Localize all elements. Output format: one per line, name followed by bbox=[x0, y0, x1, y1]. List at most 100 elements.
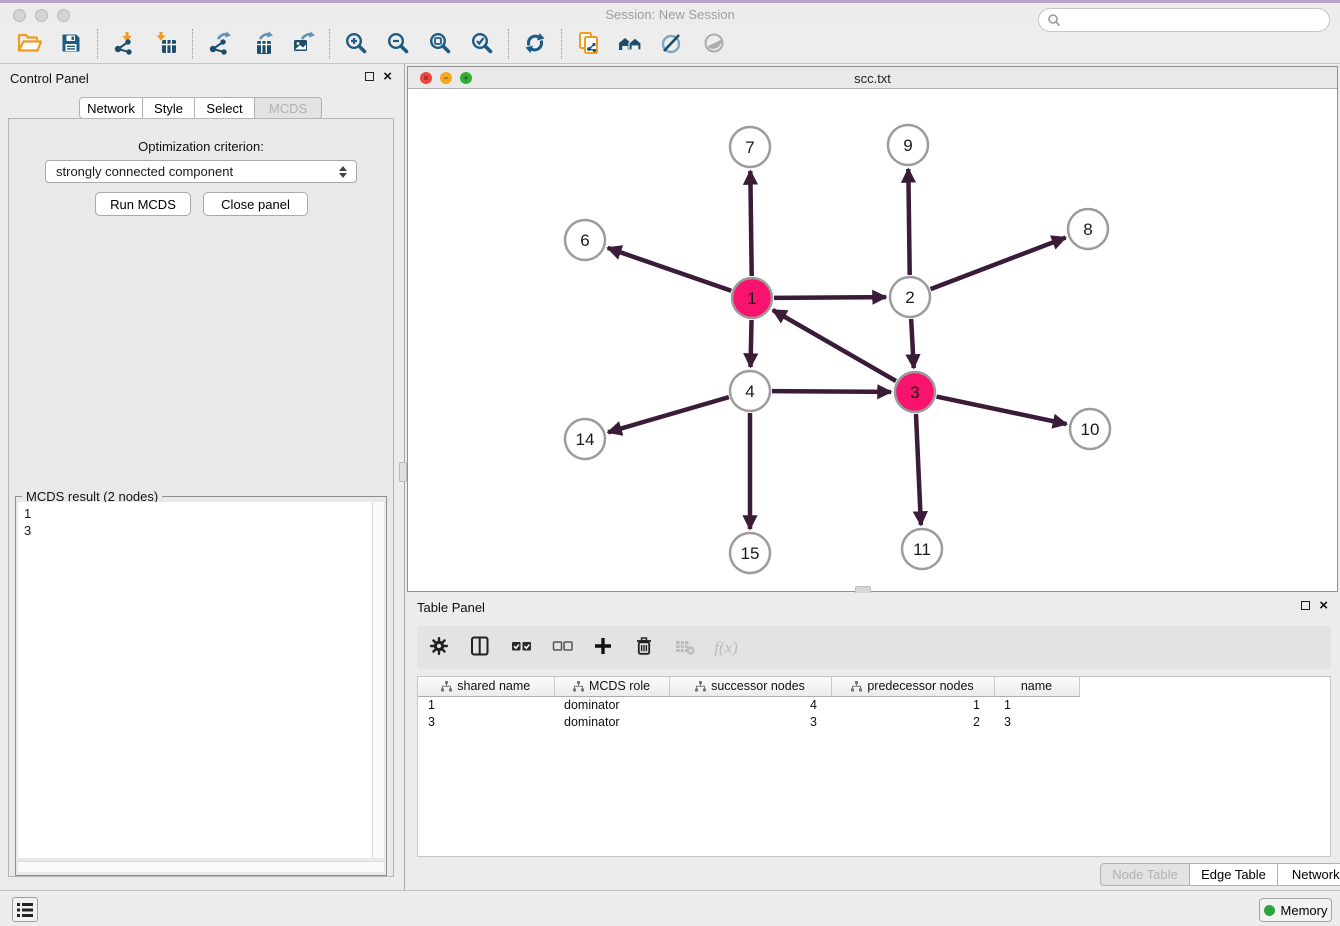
table-row[interactable]: 3dominator323 bbox=[418, 713, 1330, 730]
apply-style-icon bbox=[660, 31, 685, 58]
close-table-panel-icon[interactable]: × bbox=[1319, 600, 1328, 611]
memory-button[interactable]: Memory bbox=[1259, 898, 1332, 922]
graph-edge-4-14[interactable] bbox=[608, 397, 729, 432]
graph-edge-1-6[interactable] bbox=[608, 248, 732, 291]
function-builder-button: f(x) bbox=[714, 636, 738, 660]
column-header-predecessor-nodes[interactable]: predecessor nodes bbox=[831, 677, 994, 696]
delete-column-button[interactable] bbox=[632, 636, 656, 660]
graph-edge-3-10[interactable] bbox=[937, 397, 1067, 424]
toolbar-separator bbox=[97, 29, 98, 59]
column-header-MCDS-role[interactable]: MCDS role bbox=[554, 677, 669, 696]
table-cell[interactable]: 4 bbox=[669, 696, 831, 713]
function-builder-icon: f(x) bbox=[714, 638, 738, 658]
export-network-icon bbox=[207, 31, 232, 58]
mcds-result-text[interactable]: 1 3 bbox=[18, 502, 384, 858]
graph-edge-4-3[interactable] bbox=[772, 391, 891, 392]
deselect-all-columns-button[interactable] bbox=[550, 636, 574, 660]
table-cell[interactable]: 2 bbox=[831, 713, 994, 730]
table-cell[interactable]: 3 bbox=[994, 713, 1079, 730]
network-window-title: scc.txt bbox=[408, 71, 1337, 86]
table-cell[interactable]: dominator bbox=[554, 713, 669, 730]
table-cell[interactable]: 1 bbox=[994, 696, 1079, 713]
graph-edge-1-4[interactable] bbox=[751, 320, 752, 367]
tab-network[interactable]: Network bbox=[79, 97, 143, 119]
graph-edge-3-1[interactable] bbox=[773, 310, 896, 381]
tab-network-table[interactable]: Network Table bbox=[1278, 863, 1340, 886]
select-all-columns-button[interactable] bbox=[509, 636, 533, 660]
zoom-fit-button[interactable] bbox=[419, 27, 461, 61]
vertical-splitter-handle[interactable] bbox=[399, 462, 407, 482]
table-panel: Table Panel × f(x) shared nameMCDS roles… bbox=[407, 593, 1340, 890]
close-panel-button[interactable]: Close panel bbox=[203, 192, 308, 216]
memory-status-icon bbox=[1264, 905, 1275, 916]
dropdown-stepper-icon bbox=[337, 164, 349, 180]
zoom-in-button[interactable] bbox=[335, 27, 377, 61]
graph-edge-2-8[interactable] bbox=[931, 238, 1066, 290]
memory-label: Memory bbox=[1281, 903, 1328, 918]
table-panel-title: Table Panel bbox=[417, 600, 485, 615]
tab-select[interactable]: Select bbox=[195, 97, 255, 119]
import-table-button[interactable] bbox=[145, 27, 187, 61]
table-cell[interactable]: dominator bbox=[554, 696, 669, 713]
export-network-button[interactable] bbox=[198, 27, 240, 61]
float-panel-icon[interactable] bbox=[365, 72, 374, 81]
show-hide-eye-button[interactable] bbox=[693, 27, 735, 61]
table-row[interactable]: 1dominator411 bbox=[418, 696, 1330, 713]
mcds-result-group: MCDS result (2 nodes) 1 3 bbox=[15, 496, 387, 876]
refresh-layout-icon bbox=[523, 31, 548, 58]
refresh-layout-button[interactable] bbox=[514, 27, 556, 61]
search-field[interactable] bbox=[1038, 8, 1330, 32]
add-column-button[interactable] bbox=[591, 636, 615, 660]
run-mcds-button[interactable]: Run MCDS bbox=[95, 192, 191, 216]
table-settings-gear-button[interactable] bbox=[427, 636, 451, 660]
criterion-dropdown[interactable]: strongly connected component bbox=[45, 160, 357, 183]
task-history-button[interactable] bbox=[12, 897, 38, 922]
graph-node-label-2: 2 bbox=[905, 288, 914, 307]
export-image-button[interactable] bbox=[282, 27, 324, 61]
close-panel-icon[interactable]: × bbox=[383, 71, 392, 82]
tab-style[interactable]: Style bbox=[143, 97, 195, 119]
toolbar-separator bbox=[329, 29, 330, 59]
table-cell[interactable]: 1 bbox=[831, 696, 994, 713]
search-input[interactable] bbox=[1061, 13, 1329, 28]
export-table-button[interactable] bbox=[240, 27, 282, 61]
graph-node-label-9: 9 bbox=[903, 136, 912, 155]
graph-edge-3-11[interactable] bbox=[916, 414, 921, 525]
table-cell[interactable]: 3 bbox=[418, 713, 554, 730]
column-browser-button[interactable] bbox=[468, 636, 492, 660]
float-table-panel-icon[interactable] bbox=[1301, 601, 1310, 610]
zoom-out-button[interactable] bbox=[377, 27, 419, 61]
column-header-name[interactable]: name bbox=[994, 677, 1079, 696]
save-session-button[interactable] bbox=[50, 27, 92, 61]
graph-node-label-6: 6 bbox=[580, 231, 589, 250]
tab-node-table[interactable]: Node Table bbox=[1100, 863, 1190, 886]
result-hscrollbar[interactable] bbox=[18, 861, 384, 872]
toolbar-separator bbox=[508, 29, 509, 59]
graph-edge-1-7[interactable] bbox=[750, 171, 751, 276]
graph-edge-2-9[interactable] bbox=[908, 169, 909, 275]
status-bar: Memory bbox=[0, 890, 1340, 926]
column-browser-icon bbox=[470, 636, 490, 659]
first-neighbors-home-button[interactable] bbox=[609, 27, 651, 61]
column-header-successor-nodes[interactable]: successor nodes bbox=[669, 677, 831, 696]
table-cell[interactable]: 1 bbox=[418, 696, 554, 713]
tab-edge-table[interactable]: Edge Table bbox=[1190, 863, 1278, 886]
control-panel-header: Control Panel × bbox=[0, 64, 404, 92]
apply-style-button[interactable] bbox=[651, 27, 693, 61]
network-window-titlebar[interactable]: × − + scc.txt bbox=[408, 67, 1337, 89]
tab-mcds[interactable]: MCDS bbox=[255, 97, 322, 119]
network-canvas[interactable]: 1234678910111415 bbox=[408, 89, 1337, 591]
graph-edge-1-2[interactable] bbox=[774, 297, 886, 298]
duplicate-network-button[interactable] bbox=[567, 27, 609, 61]
delete-table-icon bbox=[675, 638, 695, 658]
import-network-button[interactable] bbox=[103, 27, 145, 61]
zoom-selected-button[interactable] bbox=[461, 27, 503, 61]
table-cell-filler bbox=[1079, 713, 1330, 730]
tree-hierarchy-icon bbox=[695, 681, 706, 692]
table-cell[interactable]: 3 bbox=[669, 713, 831, 730]
column-header-shared-name[interactable]: shared name bbox=[418, 677, 554, 696]
result-vscrollbar[interactable] bbox=[372, 502, 384, 858]
graph-edge-2-3[interactable] bbox=[911, 319, 914, 368]
open-session-button[interactable] bbox=[8, 27, 50, 61]
zoom-fit-icon bbox=[428, 31, 453, 58]
